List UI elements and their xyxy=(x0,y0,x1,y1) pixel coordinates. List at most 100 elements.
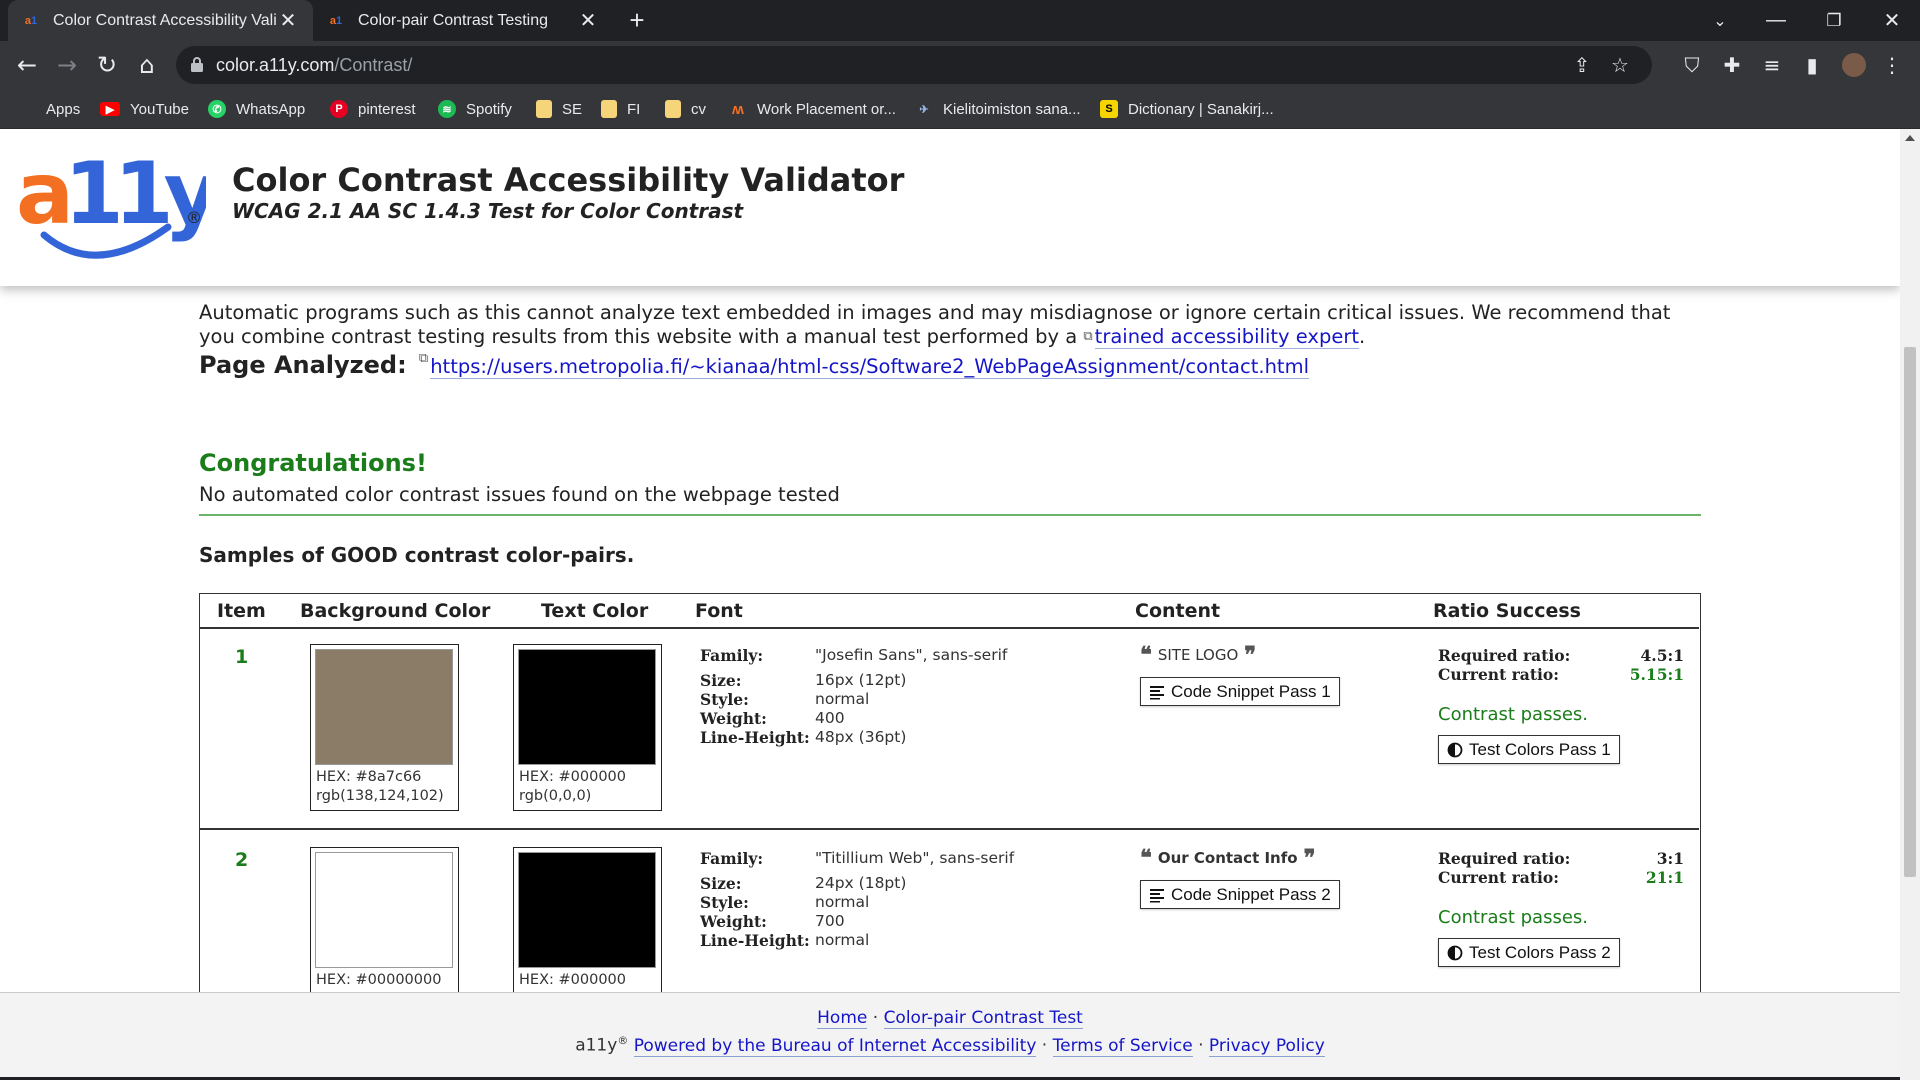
background-color-swatch[interactable]: HEX: #00000000 xyxy=(310,847,459,1014)
hex-value: HEX: #000000 xyxy=(519,769,626,785)
tab-title: Color-pair Contrast Testing xyxy=(358,11,549,29)
media-playlist-icon[interactable]: ≡ xyxy=(1756,49,1788,81)
test-colors-button[interactable]: Test Colors Pass 1 xyxy=(1438,735,1620,764)
close-window-button[interactable]: ✕ xyxy=(1864,0,1920,41)
footer-legal: a11y® Powered by the Bureau of Internet … xyxy=(575,1034,1325,1057)
address-bar[interactable]: color.a11y.com/Contrast/ ⇪ ☆ xyxy=(176,46,1652,84)
whatsapp-icon: ✆ xyxy=(208,100,226,118)
code-snippet-button[interactable]: Code Snippet Pass 2 xyxy=(1140,880,1340,909)
page-analyzed: Page Analyzed: ⧉ https://users.metropolia… xyxy=(199,351,1309,379)
folder-icon xyxy=(601,100,617,118)
footer-home-link[interactable]: Home xyxy=(817,1008,868,1029)
footer-privacy-link[interactable]: Privacy Policy xyxy=(1208,1035,1325,1057)
divider xyxy=(199,514,1701,516)
site-footer: Home · Color-pair Contrast Test a11y® Po… xyxy=(0,992,1900,1080)
code-snippet-button[interactable]: Code Snippet Pass 1 xyxy=(1140,677,1340,706)
bookmark-folder-fi[interactable]: FI xyxy=(601,97,640,121)
footer-powered-link[interactable]: Powered by the Bureau of Internet Access… xyxy=(633,1035,1037,1057)
scroll-up-arrow-icon[interactable] xyxy=(1905,135,1915,141)
share-icon[interactable]: ⇪ xyxy=(1566,49,1598,81)
test-colors-button[interactable]: Test Colors Pass 2 xyxy=(1438,938,1620,967)
required-ratio-label: Required ratio: xyxy=(1438,849,1571,868)
svg-text:®: ® xyxy=(186,208,202,227)
color-fill xyxy=(315,649,453,765)
required-ratio-label: Required ratio: xyxy=(1438,646,1571,665)
a11y-favicon-icon: a1 xyxy=(24,14,38,27)
col-header-ratio: Ratio Success xyxy=(1433,600,1581,622)
bookmark-apps[interactable]: Apps xyxy=(20,97,80,121)
required-ratio-value: 3:1 xyxy=(1656,849,1684,868)
background-color-swatch[interactable]: HEX: #8a7c66 rgb(138,124,102) xyxy=(310,644,459,811)
current-ratio-label: Current ratio: xyxy=(1438,868,1559,887)
open-quote-icon: ❝ xyxy=(1140,845,1152,871)
folder-icon xyxy=(536,100,552,118)
bookmark-work-placement[interactable]: ʍ Work Placement or... xyxy=(729,97,896,121)
new-tab-button[interactable]: + xyxy=(622,6,652,36)
bookmark-dictionary[interactable]: S Dictionary | Sanakirj... xyxy=(1100,97,1274,121)
current-ratio-value: 5.15:1 xyxy=(1629,665,1684,684)
external-link-icon: ⧉ xyxy=(1083,329,1093,344)
tab-search-chevron-icon[interactable]: ⌄ xyxy=(1692,0,1748,41)
bookmark-star-icon[interactable]: ☆ xyxy=(1604,49,1636,81)
col-header-item: Item xyxy=(217,600,266,622)
profile-avatar[interactable] xyxy=(1838,49,1870,81)
contrast-half-circle-icon xyxy=(1447,945,1463,960)
minimize-window-button[interactable]: — xyxy=(1748,0,1804,41)
close-tab-icon[interactable]: ✕ xyxy=(577,8,599,33)
tab-color-contrast-validator[interactable]: a1 Color Contrast Accessibility Valid ✕ xyxy=(8,0,313,41)
svg-text:a: a xyxy=(16,144,68,244)
bookmark-whatsapp[interactable]: ✆ WhatsApp xyxy=(208,97,305,121)
footer-tos-link[interactable]: Terms of Service xyxy=(1052,1035,1193,1057)
color-fill xyxy=(518,852,656,968)
trained-expert-link[interactable]: trained accessibility expert xyxy=(1094,325,1360,349)
shield-extension-icon[interactable]: ⛉ xyxy=(1676,49,1708,81)
page-viewport: a 11y ® Color Contrast Accessibility Val… xyxy=(0,129,1900,1080)
row-item-number: 2 xyxy=(235,849,249,871)
bookmark-kielitoimisto[interactable]: ✈ Kielitoimiston sana... xyxy=(915,97,1080,121)
reload-icon[interactable]: ↻ xyxy=(91,49,123,81)
tab-color-pair-testing[interactable]: a1 Color-pair Contrast Testing ✕ xyxy=(313,0,613,41)
browser-tab-bar: a1 Color Contrast Accessibility Valid ✕ … xyxy=(0,0,1920,41)
bookmark-pinterest[interactable]: P pinterest xyxy=(330,97,416,121)
result-message: No automated color contrast issues found… xyxy=(199,483,840,506)
close-quote-icon: ❞ xyxy=(1244,642,1257,668)
back-arrow-icon[interactable]: ← xyxy=(11,49,43,81)
text-color-swatch[interactable]: HEX: #000000 xyxy=(513,847,662,1014)
spotify-icon: ≋ xyxy=(438,100,456,118)
menu-kebab-icon[interactable]: ⋮ xyxy=(1876,49,1908,81)
intro-paragraph: Automatic programs such as this cannot a… xyxy=(199,301,1671,349)
required-ratio-value: 4.5:1 xyxy=(1640,646,1684,665)
lock-icon[interactable] xyxy=(190,56,204,73)
home-icon[interactable]: ⌂ xyxy=(131,49,163,81)
a11y-logo[interactable]: a 11y ® xyxy=(16,143,206,271)
bookmark-folder-se[interactable]: SE xyxy=(536,97,582,121)
close-tab-icon[interactable]: ✕ xyxy=(277,8,299,33)
browser-toolbar: ← → ↻ ⌂ color.a11y.com/Contrast/ ⇪ ☆ ⛉ ✚… xyxy=(0,41,1920,89)
content-sample: ❝ Our Contact Info ❞ xyxy=(1140,845,1316,871)
page-analyzed-label: Page Analyzed: xyxy=(199,351,407,379)
scrollbar-thumb[interactable] xyxy=(1904,347,1916,877)
col-header-content: Content xyxy=(1135,600,1221,622)
text-color-swatch[interactable]: HEX: #000000 rgb(0,0,0) xyxy=(513,644,662,811)
extensions-puzzle-icon[interactable]: ✚ xyxy=(1716,49,1748,81)
bookmark-youtube[interactable]: ▶ YouTube xyxy=(100,97,189,121)
analyzed-url-link[interactable]: https://users.metropolia.fi/~kianaa/html… xyxy=(430,355,1309,379)
contrast-status: Contrast passes. xyxy=(1438,704,1589,725)
open-quote-icon: ❝ xyxy=(1140,642,1152,668)
footer-pair-test-link[interactable]: Color-pair Contrast Test xyxy=(883,1008,1083,1029)
align-left-icon xyxy=(1150,888,1164,902)
col-header-text-color: Text Color xyxy=(541,600,649,622)
contrast-status: Contrast passes. xyxy=(1438,907,1589,928)
page-scrollbar[interactable] xyxy=(1900,129,1920,1080)
pinterest-icon: P xyxy=(330,100,348,118)
restore-window-button[interactable]: ❐ xyxy=(1806,0,1862,41)
site-icon: ʍ xyxy=(732,100,744,118)
align-left-icon xyxy=(1150,685,1164,699)
side-panel-icon[interactable]: ▮ xyxy=(1796,49,1828,81)
forward-arrow-icon[interactable]: → xyxy=(51,49,83,81)
bookmark-folder-cv[interactable]: cv xyxy=(665,97,706,121)
folder-icon xyxy=(665,100,681,118)
font-details: Family: "Josefin Sans", sans-serif Size: 1… xyxy=(700,646,1008,747)
sanakirja-icon: S xyxy=(1100,100,1118,118)
bookmark-spotify[interactable]: ≋ Spotify xyxy=(438,97,512,121)
